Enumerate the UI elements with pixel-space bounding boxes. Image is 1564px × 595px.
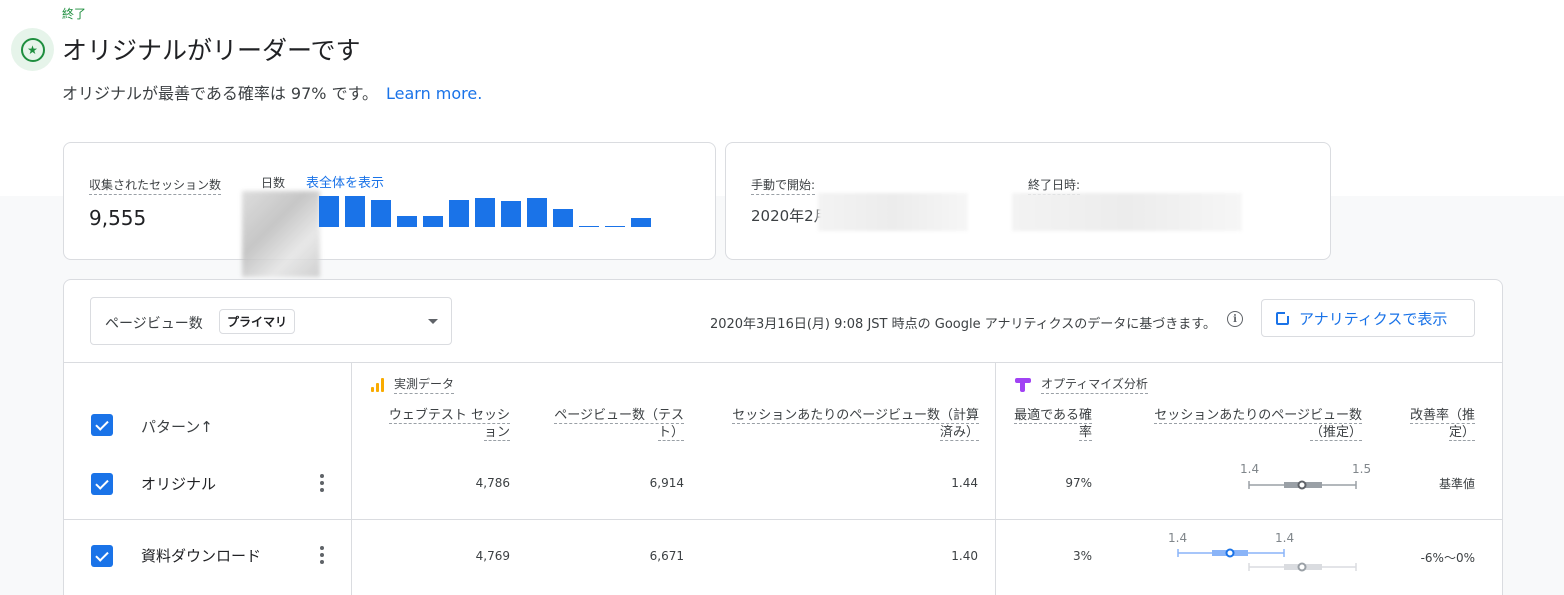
daily-session-bar[interactable] xyxy=(631,218,651,227)
daily-session-bar[interactable] xyxy=(371,200,391,227)
leader-star-icon: ★ xyxy=(11,28,54,71)
summary-text: オリジナルが最善である確率は 97% です。 xyxy=(62,84,378,103)
col-header-sessions[interactable]: ウェブテスト セッシ ョン xyxy=(384,407,510,441)
row-divider xyxy=(64,519,1502,520)
cell-pv-per-session: 1.40 xyxy=(951,549,978,563)
primary-chip: プライマリ xyxy=(219,309,296,334)
daily-session-bar[interactable] xyxy=(501,201,521,227)
col-header-pv-estimate[interactable]: セッションあたりのページビュー数 （推定） xyxy=(1142,407,1362,441)
sessions-card: 収集されたセッション数 9,555 日数 表全体を表示 xyxy=(63,142,716,277)
dates-card: 手動で開始: 2020年2月 終了日時: xyxy=(725,142,1331,260)
learn-more-link[interactable]: Learn more. xyxy=(386,84,482,103)
select-all-checkbox[interactable] xyxy=(91,414,113,436)
col-header-est-l1: セッションあたりのページビュー数 xyxy=(1154,408,1362,424)
days-label: 日数 xyxy=(261,176,286,190)
row-name-original: オリジナル xyxy=(141,475,217,493)
col-header-sessions-l1: ウェブテスト セッシ xyxy=(388,408,510,424)
daily-session-bar[interactable] xyxy=(423,216,443,227)
optimize-analysis-label: オプティマイズ分析 xyxy=(1041,375,1148,394)
pattern-column-header[interactable]: パターン↑ xyxy=(141,416,213,437)
measured-data-label: 実測データ xyxy=(394,375,455,394)
more-vert-icon[interactable] xyxy=(320,474,324,492)
daily-session-bar[interactable] xyxy=(553,209,573,227)
daily-sessions-chart xyxy=(319,183,679,227)
data-source-note: 2020年3月16日(月) 9:08 JST 時点の Google アナリティク… xyxy=(709,317,1216,332)
confidence-interval-original: 1.4 1.5 xyxy=(1234,460,1374,490)
cell-improvement: -6%〜0% xyxy=(1420,551,1475,565)
redacted-start-date xyxy=(818,193,968,231)
dropdown-caret-icon xyxy=(428,319,438,324)
daily-session-bar[interactable] xyxy=(345,196,365,227)
confidence-interval-download: 1.4 1.4 xyxy=(1164,530,1374,575)
col-header-prob-l2: 率 xyxy=(1078,425,1092,441)
daily-session-bar[interactable] xyxy=(449,200,469,227)
col-header-sessions-l2: ョン xyxy=(483,425,510,441)
cell-pv-per-session: 1.44 xyxy=(951,476,978,490)
metric-select[interactable]: ページビュー数 プライマリ xyxy=(90,297,452,345)
experiment-status: 終了 xyxy=(62,7,87,21)
view-in-analytics-label: アナリティクスで表示 xyxy=(1299,309,1448,328)
row-checkbox-download[interactable] xyxy=(91,545,113,567)
daily-session-bar[interactable] xyxy=(475,198,495,227)
view-in-analytics-button[interactable]: アナリティクスで表示 xyxy=(1261,299,1475,337)
col-header-imp-l2: 定） xyxy=(1448,425,1475,441)
measured-data-section: 実測データ xyxy=(371,375,455,394)
optimize-logo-icon xyxy=(1015,377,1031,392)
redacted-end-date xyxy=(1012,193,1242,231)
daily-session-bar[interactable] xyxy=(319,196,339,227)
analytics-logo-icon xyxy=(371,377,384,392)
sessions-label: 収集されたセッション数 xyxy=(89,176,222,195)
row-name-download: 資料ダウンロード xyxy=(141,547,262,565)
start-label: 手動で開始: xyxy=(751,176,816,195)
leader-summary: オリジナルが最善である確率は 97% です。 Learn more. xyxy=(62,80,482,104)
info-icon[interactable]: i xyxy=(1227,311,1243,327)
cell-prob-best: 97% xyxy=(1065,476,1092,490)
results-table-card: ページビュー数 プライマリ 2020年3月16日(月) 9:08 JST 時点の… xyxy=(63,279,1503,595)
divider xyxy=(64,362,1502,363)
open-external-icon xyxy=(1276,309,1291,325)
col-header-prob-l1: 最適である確 xyxy=(1014,408,1092,424)
col-header-prob-best[interactable]: 最適である確 率 xyxy=(1008,407,1092,441)
row-checkbox-original[interactable] xyxy=(91,473,113,495)
col-header-imp-l1: 改善率（推 xyxy=(1409,408,1475,424)
page-title: オリジナルがリーダーです xyxy=(62,36,361,65)
metric-select-value: ページビュー数 xyxy=(105,316,203,332)
col-header-pageviews[interactable]: ページビュー数（テス ト） xyxy=(544,407,684,441)
col-header-pv-per-session[interactable]: セッションあたりのページビュー数（計算 済み） xyxy=(709,407,979,441)
cell-pageviews: 6,671 xyxy=(649,549,684,563)
col-header-improvement[interactable]: 改善率（推 定） xyxy=(1394,407,1475,441)
col-header-pageviews-l1: ページビュー数（テス xyxy=(554,408,684,424)
optimize-analysis-section: オプティマイズ分析 xyxy=(1015,375,1148,394)
col-header-pv-l2: 済み） xyxy=(939,425,979,441)
redacted-area xyxy=(242,191,320,277)
cell-sessions: 4,786 xyxy=(475,476,510,490)
daily-session-bar[interactable] xyxy=(579,226,599,227)
col-header-pv-l1: セッションあたりのページビュー数（計算 xyxy=(732,408,979,424)
cell-sessions: 4,769 xyxy=(475,549,510,563)
divider xyxy=(351,362,352,595)
col-header-est-l2: （推定） xyxy=(1309,425,1362,441)
daily-session-bar[interactable] xyxy=(605,226,625,227)
cell-improvement: 基準値 xyxy=(1438,477,1475,491)
daily-session-bar[interactable] xyxy=(527,198,547,227)
col-header-pageviews-l2: ト） xyxy=(657,425,684,441)
cell-prob-best: 3% xyxy=(1072,549,1092,563)
sessions-value: 9,555 xyxy=(89,206,147,230)
cell-pageviews: 6,914 xyxy=(649,476,684,490)
daily-session-bar[interactable] xyxy=(397,216,417,227)
more-vert-icon[interactable] xyxy=(320,546,324,564)
